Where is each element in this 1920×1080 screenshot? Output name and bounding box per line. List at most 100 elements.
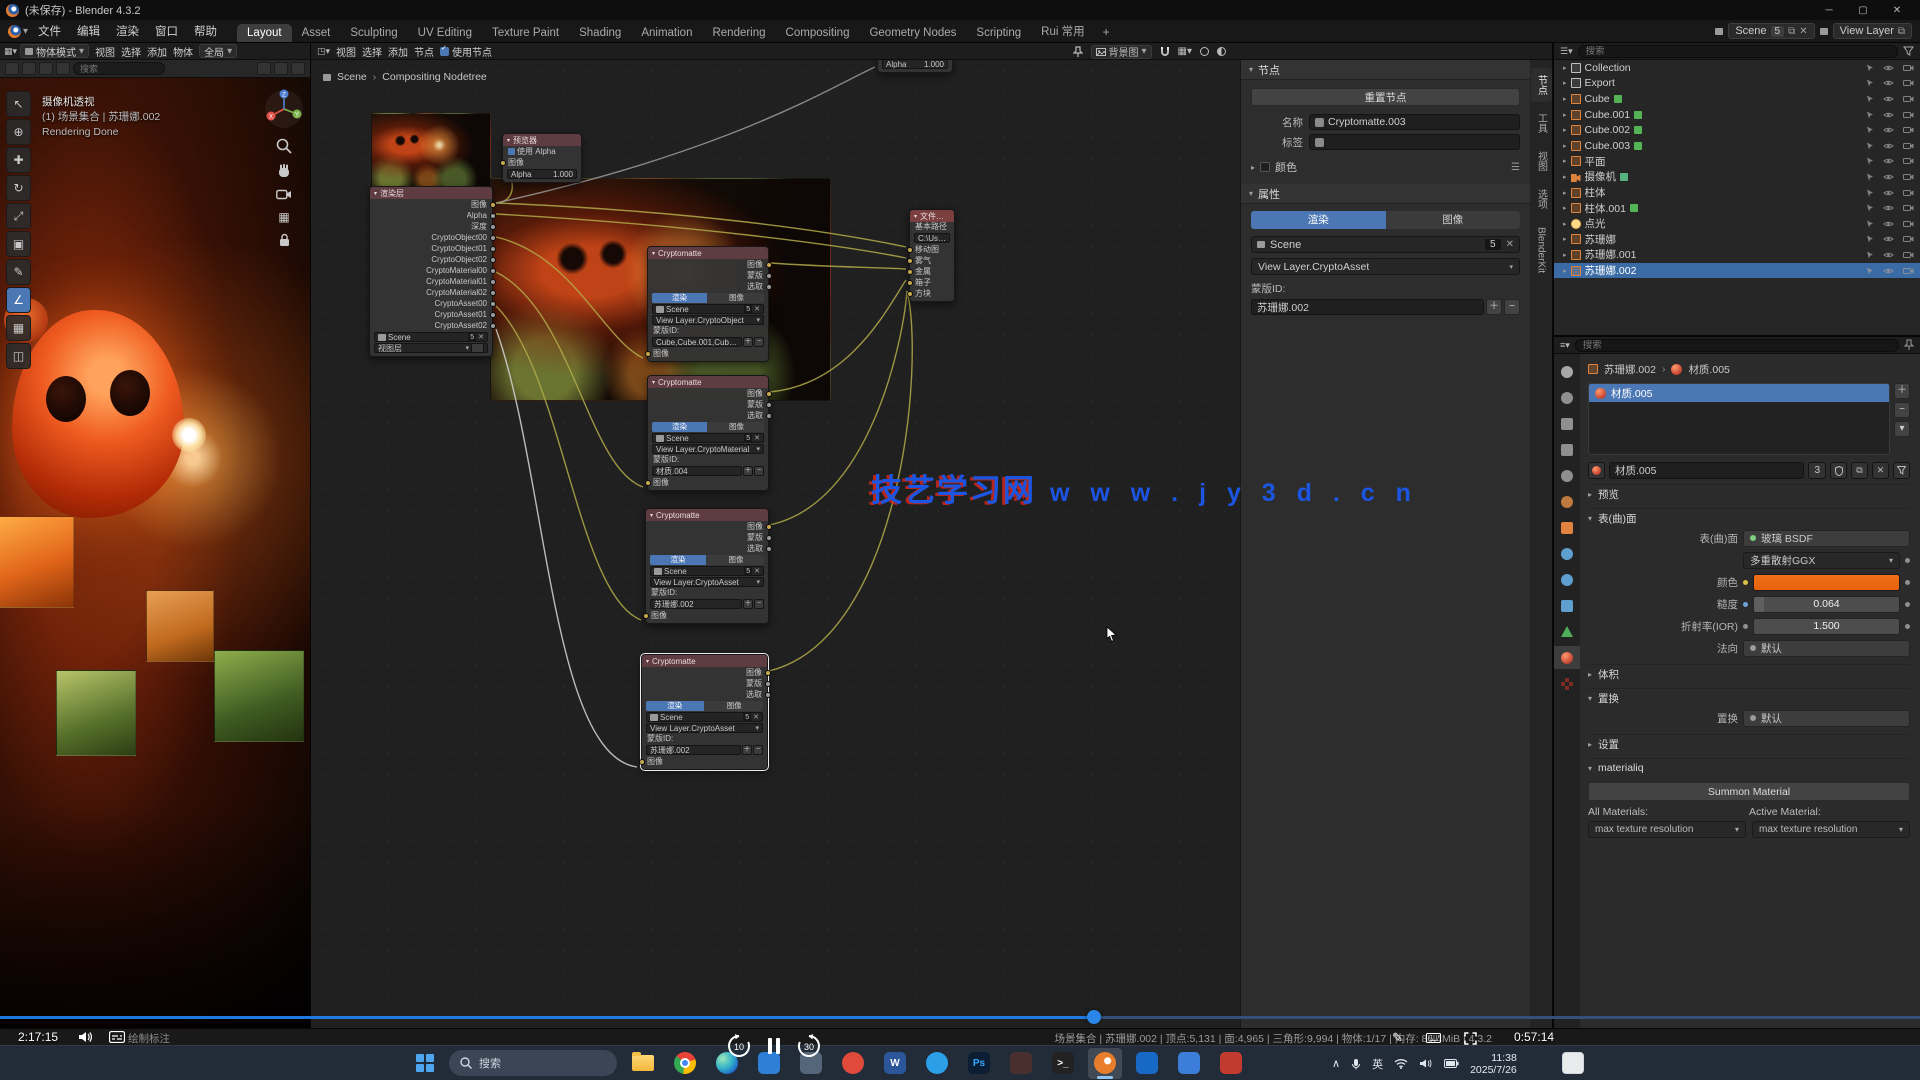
node-socket[interactable] [490,301,496,307]
cryptomatte-asset-row-Scene[interactable]: Scene5✕ [650,566,764,576]
outliner-item-苏珊娜.002[interactable]: ▸苏珊娜.002 [1554,263,1920,279]
node-socket[interactable] [490,268,496,274]
cursor-tool[interactable]: ⊕ [6,119,31,145]
node-socket[interactable] [490,323,496,329]
vscode-taskbar-icon[interactable] [1130,1048,1164,1079]
texture-tab[interactable] [1554,672,1580,695]
cryptomatte-object-row-View Layer.CryptoObject[interactable]: View Layer.CryptoObject▾ [652,315,764,325]
color-checkbox[interactable] [1260,162,1270,172]
visibility-toggles[interactable] [1866,95,1914,103]
viewer-row-使用 Alpha[interactable]: 使用 Alpha [503,146,581,157]
cryptomatte-material-row-材质.004[interactable]: 材质.004＋− [648,465,768,477]
sidebar-tab-工具[interactable]: 工具 [1531,106,1552,140]
app-maroon-taskbar-icon[interactable] [1004,1048,1038,1079]
annotate-pen-icon[interactable]: ✎ [1392,1030,1403,1046]
node-socket[interactable] [766,546,772,552]
node-socket[interactable] [490,257,496,263]
proportional-edit-icon[interactable] [257,62,271,75]
cryptomatte-asset-row-tabs[interactable]: 渲染图像 [650,555,764,565]
sidebar-tab-选项[interactable]: 选项 [1531,182,1552,216]
add-workspace-button[interactable]: + [1095,22,1118,42]
unlink-material-button[interactable]: ✕ [1872,462,1889,479]
material-name-field[interactable]: 材质.005 [1609,462,1804,479]
data-tab[interactable] [1554,620,1580,643]
use-nodes-checkbox[interactable] [440,47,449,56]
visibility-toggles[interactable] [1866,64,1914,72]
workspace-tab-Shading[interactable]: Shading [569,24,631,42]
cryptomatte-asset-2-header[interactable]: ▾Cryptomatte [642,655,767,667]
cryptomatte-asset-node[interactable]: ▾Cryptomatte图像蒙版选取渲染图像Scene5✕View Layer.… [645,508,769,624]
breadcrumb-object[interactable]: 苏珊娜.002 [1604,362,1656,377]
keyframe-dot-icon[interactable] [1905,602,1910,607]
constraints-tab[interactable] [1554,594,1580,617]
outliner-item-Cube.001[interactable]: ▸Cube.001 [1554,107,1920,123]
move-tool[interactable]: ✚ [6,147,31,173]
material-slot-list[interactable]: 材质.005 [1588,383,1890,455]
workspace-tab-Texture Paint[interactable]: Texture Paint [482,24,569,42]
select-mode-icon-2[interactable] [22,62,36,75]
zoom-icon[interactable] [276,138,292,154]
keyframe-dot-icon[interactable] [1905,624,1910,629]
render-toggle-icon[interactable] [1217,47,1226,56]
cryptomatte-material-header[interactable]: ▾Cryptomatte [648,376,768,388]
new-material-button[interactable]: ⧉ [1851,462,1868,479]
normal-button[interactable]: 默认 [1743,640,1910,657]
cryptomatte-asset-header[interactable]: ▾Cryptomatte [646,509,768,521]
tray-expand-icon[interactable]: ∧ [1332,1057,1340,1070]
wifi-icon[interactable] [1394,1058,1408,1069]
options-icon[interactable] [291,62,305,75]
viewer-row-Alpha[interactable]: Alpha1.000 [507,169,577,179]
photoshop-taskbar-icon[interactable]: Ps [962,1048,996,1079]
cryptomatte-object-row-tabs[interactable]: 渲染图像 [652,293,764,303]
extra-tool[interactable]: ◫ [6,343,31,369]
taskbar-clock[interactable]: 11:38 2025/7/26 [1470,1052,1517,1076]
view-layer-dropdown[interactable]: View Layer.CryptoAsset▾ [1251,258,1520,275]
visibility-toggles[interactable] [1866,157,1914,165]
compositor-menu-添加[interactable]: 添加 [385,44,411,59]
add-mask-button[interactable]: ＋ [1486,299,1502,315]
touch-keyboard-icon[interactable] [1426,1033,1441,1043]
node-socket[interactable] [907,291,913,297]
render-tab[interactable] [1554,386,1580,409]
volume-section-header[interactable]: ▸体积 [1588,664,1910,683]
rotate-tool[interactable]: ↻ [6,175,31,201]
outliner-item-苏珊娜.001[interactable]: ▸苏珊娜.001 [1554,247,1920,263]
outliner-search-input[interactable] [1578,45,1898,58]
app-crimson-taskbar-icon[interactable] [1214,1048,1248,1079]
overlay-toggle-icon[interactable] [1200,47,1209,56]
modifier-tab[interactable] [1554,542,1580,565]
node-socket[interactable] [490,202,496,208]
viewport-menu-视图[interactable]: 视图 [92,44,118,59]
outliner-item-苏珊娜[interactable]: ▸苏珊娜 [1554,232,1920,248]
outliner-item-Collection[interactable]: ▸Collection [1554,60,1920,76]
mask-id-field[interactable]: 苏珊娜.002 [1251,299,1484,315]
cryptomatte-asset-2-node[interactable]: ▾Cryptomatte图像蒙版选取渲染图像Scene5✕View Layer.… [641,654,768,770]
browse-material-button[interactable] [1588,462,1605,479]
node-socket[interactable] [907,258,913,264]
workspace-tab-UV Editing[interactable]: UV Editing [408,24,482,42]
keyframe-dot-icon[interactable] [1743,624,1748,629]
snapping-dropdown-icon[interactable]: ▦▾ [1178,46,1192,57]
measure-tool[interactable]: ∠ [6,287,31,313]
breadcrumb-scene[interactable]: Scene [337,71,367,83]
blender-task-taskbar-icon[interactable] [1088,1048,1122,1079]
maximize-button[interactable]: ▢ [1846,5,1880,16]
node-socket[interactable] [490,224,496,230]
cryptomatte-asset-2-row-View Layer.CryptoAsset[interactable]: View Layer.CryptoAsset▾ [646,723,763,733]
filter-funnel-icon[interactable] [1893,462,1910,479]
workspace-tab-Compositing[interactable]: Compositing [776,24,860,42]
cryptomatte-material-row-Scene[interactable]: Scene5✕ [652,433,764,443]
workspace-tab-Geometry Nodes[interactable]: Geometry Nodes [859,24,966,42]
sidebar-tab-节点[interactable]: 节点 [1531,68,1552,102]
select-mode-icon-1[interactable] [5,62,19,75]
material-tab[interactable] [1554,646,1580,669]
cryptomatte-asset-row-View Layer.CryptoAsset[interactable]: View Layer.CryptoAsset▾ [650,577,764,587]
node-name-field[interactable]: Cryptomatte.003 [1309,114,1520,130]
base-color-swatch[interactable] [1753,574,1900,591]
view-layer-tab[interactable] [1554,438,1580,461]
mode-dropdown[interactable]: 物体模式▾ [20,44,89,58]
surface-section-header[interactable]: ▾表(曲)面 [1588,508,1910,527]
node-socket[interactable] [490,235,496,241]
properties-editor[interactable]: ≡▾ 苏珊娜.002 › 材质.005 材质.005 [1554,337,1920,1028]
workspace-tab-Layout[interactable]: Layout [237,24,292,42]
